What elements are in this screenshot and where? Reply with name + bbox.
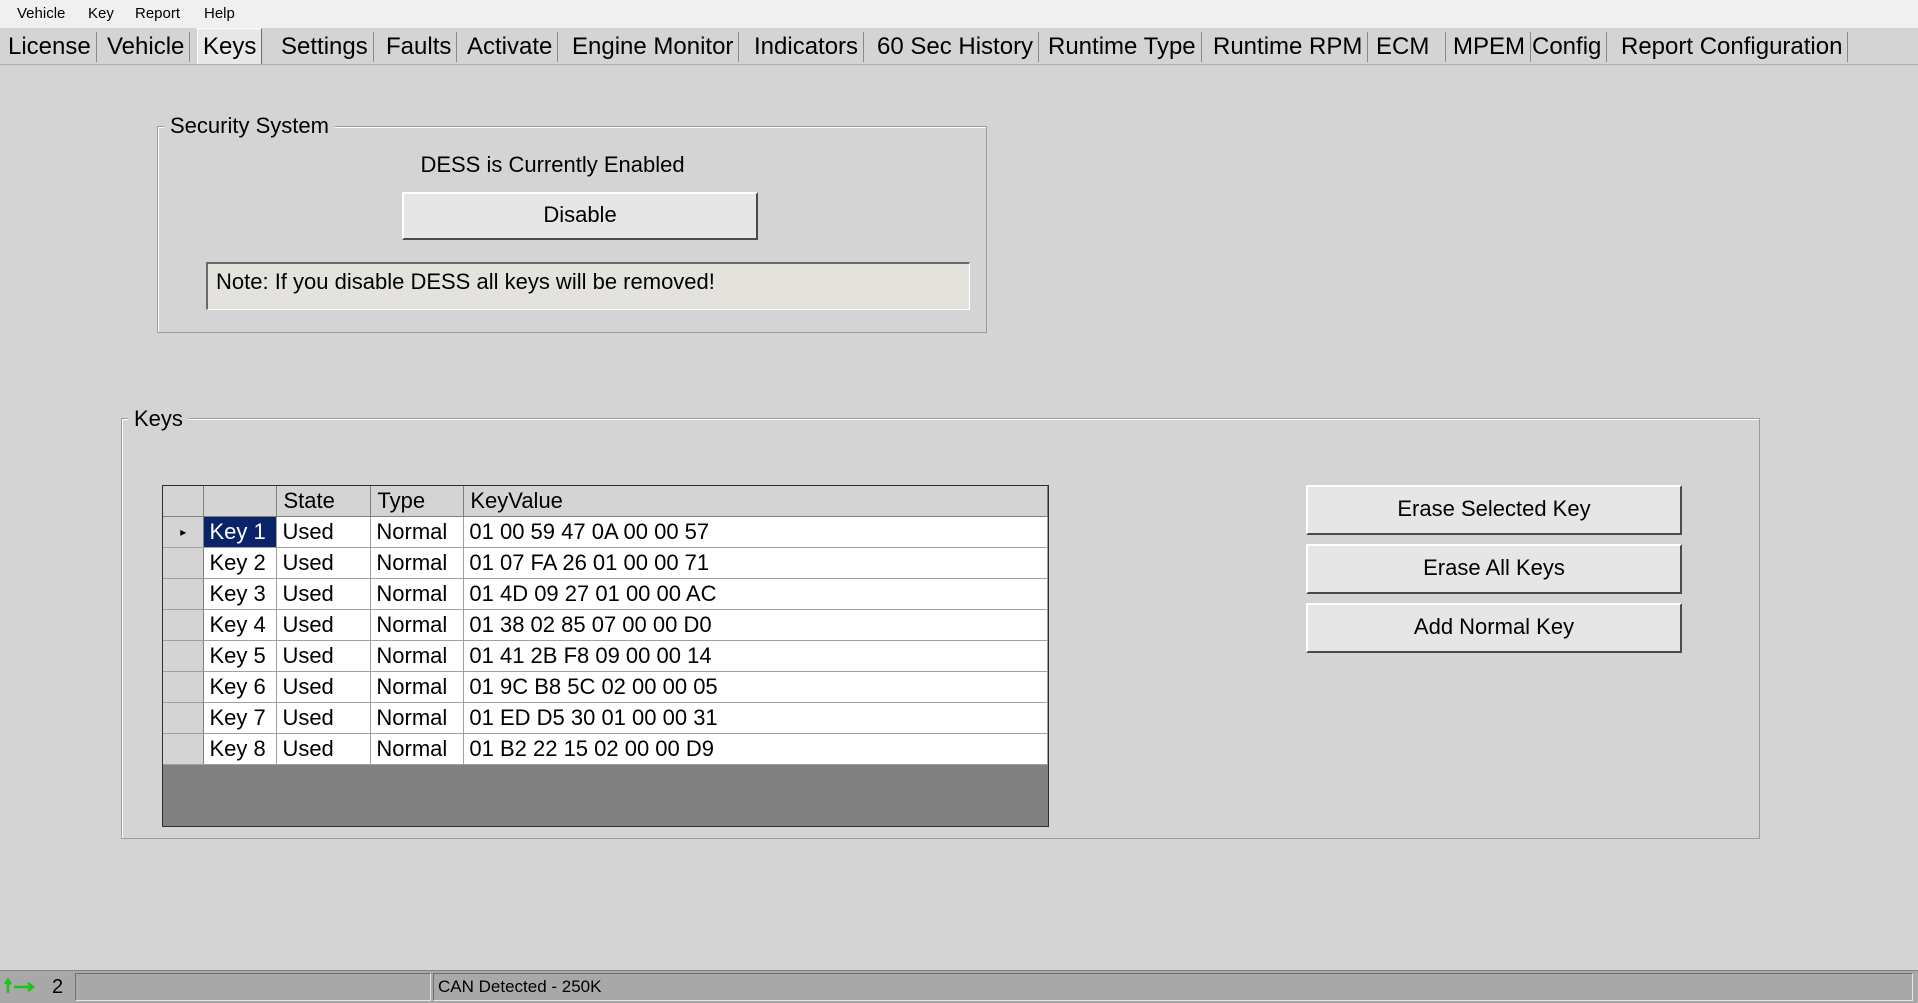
connection-arrows-icon [4,977,36,997]
menu-help[interactable]: Help [204,5,235,23]
key-state-cell[interactable]: Used [276,547,372,579]
menu-bar: Vehicle Key Report Help [0,0,1918,29]
row-header[interactable] [163,702,205,734]
row-header[interactable] [163,640,205,672]
status-count: 2 [52,976,64,998]
tab-report-configuration[interactable]: Report Configuration [1616,32,1849,62]
tab-settings[interactable]: Settings [276,32,374,62]
add-normal-key-button[interactable]: Add Normal Key [1306,603,1682,653]
tab-runtime-type[interactable]: Runtime Type [1043,32,1202,62]
column-header-keyvalue[interactable]: KeyValue [463,486,1048,517]
key-name-cell[interactable]: Key 4 [203,609,278,641]
tab-ecm[interactable]: ECM [1371,32,1446,62]
key-state-cell[interactable]: Used [276,733,372,765]
key-type-cell[interactable]: Normal [370,578,465,610]
erase-selected-key-button[interactable]: Erase Selected Key [1306,485,1682,535]
key-name-cell[interactable]: Key 6 [203,671,278,703]
table-row[interactable]: Key 8 Used Normal 01 B2 22 15 02 00 00 D… [163,733,1048,765]
dess-status-text: DESS is Currently Enabled [420,152,685,177]
key-name-cell[interactable]: Key 1 [203,516,278,548]
key-state-cell[interactable]: Used [276,640,372,672]
tab-mpem[interactable]: MPEM [1448,32,1531,62]
table-row[interactable]: Key 5 Used Normal 01 41 2B F8 09 00 00 1… [163,640,1048,672]
key-name-cell[interactable]: Key 3 [203,578,278,610]
tab-keys[interactable]: Keys [197,28,263,64]
security-system-title: Security System [164,113,335,139]
row-header[interactable] [163,609,205,641]
tab-strip: License Vehicle Keys Settings Faults Act… [0,28,1918,65]
current-row-icon[interactable]: ▸ [163,516,205,548]
tab-activate[interactable]: Activate [462,32,559,62]
erase-all-keys-button[interactable]: Erase All Keys [1306,544,1682,594]
row-header[interactable] [163,671,205,703]
key-type-cell[interactable]: Normal [370,516,465,548]
row-header-corner [163,486,205,517]
tab-license[interactable]: License [3,32,97,62]
key-value-cell[interactable]: 01 38 02 85 07 00 00 D0 [463,609,1048,641]
row-header[interactable] [163,733,205,765]
key-value-cell[interactable]: 01 ED D5 30 01 00 00 31 [463,702,1048,734]
key-name-cell[interactable]: Key 8 [203,733,278,765]
row-header[interactable] [163,578,205,610]
status-bar: 2 CAN Detected - 250K [0,970,1918,1003]
column-header-state[interactable]: State [276,486,372,517]
tab-config[interactable]: Config [1527,32,1608,62]
key-type-cell[interactable]: Normal [370,547,465,579]
menu-vehicle[interactable]: Vehicle [17,5,65,23]
tab-faults[interactable]: Faults [381,32,458,62]
keys-table: State Type KeyValue ▸ Key 1 Used Normal … [163,486,1048,765]
key-value-cell[interactable]: 01 41 2B F8 09 00 00 14 [463,640,1048,672]
table-row[interactable]: Key 7 Used Normal 01 ED D5 30 01 00 00 3… [163,702,1048,734]
key-type-cell[interactable]: Normal [370,702,465,734]
key-type-cell[interactable]: Normal [370,671,465,703]
column-header-name[interactable] [203,486,278,517]
key-value-cell[interactable]: 01 9C B8 5C 02 00 00 05 [463,671,1048,703]
key-name-cell[interactable]: Key 5 [203,640,278,672]
menu-report[interactable]: Report [135,5,180,23]
key-name-cell[interactable]: Key 7 [203,702,278,734]
key-type-cell[interactable]: Normal [370,640,465,672]
tab-engine-monitor[interactable]: Engine Monitor [567,32,740,62]
keys-group-title: Keys [128,406,189,432]
dess-note: Note: If you disable DESS all keys will … [206,262,970,310]
table-row[interactable]: Key 3 Used Normal 01 4D 09 27 01 00 00 A… [163,578,1048,610]
key-type-cell[interactable]: Normal [370,733,465,765]
row-header[interactable] [163,547,205,579]
key-value-cell[interactable]: 01 4D 09 27 01 00 00 AC [463,578,1048,610]
key-value-cell[interactable]: 01 00 59 47 0A 00 00 57 [463,516,1048,548]
menu-key[interactable]: Key [88,5,114,23]
key-value-cell[interactable]: 01 07 FA 26 01 00 00 71 [463,547,1048,579]
key-state-cell[interactable]: Used [276,609,372,641]
table-row[interactable]: ▸ Key 1 Used Normal 01 00 59 47 0A 00 00… [163,516,1048,548]
key-value-cell[interactable]: 01 B2 22 15 02 00 00 D9 [463,733,1048,765]
key-name-cell[interactable]: Key 2 [203,547,278,579]
tab-60-sec-history[interactable]: 60 Sec History [872,32,1040,62]
keys-header-row: State Type KeyValue [163,486,1048,517]
key-type-cell[interactable]: Normal [370,609,465,641]
key-state-cell[interactable]: Used [276,702,372,734]
key-state-cell[interactable]: Used [276,578,372,610]
key-state-cell[interactable]: Used [276,516,372,548]
table-row[interactable]: Key 4 Used Normal 01 38 02 85 07 00 00 D… [163,609,1048,641]
tab-indicators[interactable]: Indicators [749,32,865,62]
tab-runtime-rpm[interactable]: Runtime RPM [1208,32,1369,62]
disable-button[interactable]: Disable [402,192,758,240]
can-status-text: CAN Detected - 250K [433,973,1913,1001]
table-row[interactable]: Key 6 Used Normal 01 9C B8 5C 02 00 00 0… [163,671,1048,703]
column-header-type[interactable]: Type [370,486,465,517]
keys-grid[interactable]: State Type KeyValue ▸ Key 1 Used Normal … [162,485,1049,827]
tab-vehicle[interactable]: Vehicle [102,32,191,62]
status-progress-panel [75,973,431,1001]
table-row[interactable]: Key 2 Used Normal 01 07 FA 26 01 00 00 7… [163,547,1048,579]
key-state-cell[interactable]: Used [276,671,372,703]
